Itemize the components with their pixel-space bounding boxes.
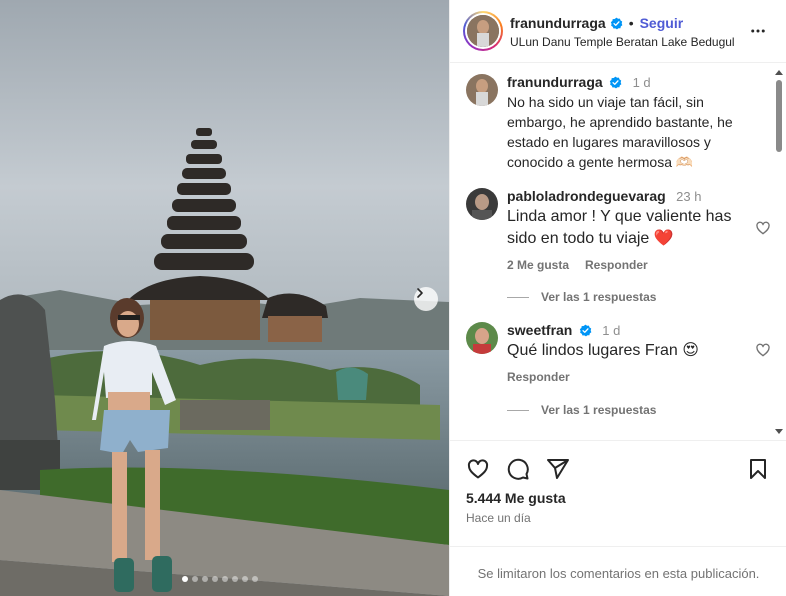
comment-icon[interactable] xyxy=(506,457,530,481)
comment-likes[interactable]: 2 Me gusta xyxy=(507,258,569,272)
carousel-dot xyxy=(182,576,188,582)
view-replies-label: Ver las 1 respuestas xyxy=(541,290,657,304)
caption-avatar[interactable] xyxy=(466,74,498,106)
header-user-line: franundurraga • Seguir xyxy=(510,15,683,31)
caption-username[interactable]: franundurraga xyxy=(507,74,603,90)
reply-button[interactable]: Responder xyxy=(585,258,648,272)
heart-icon[interactable] xyxy=(755,220,771,236)
carousel-dot xyxy=(242,576,248,582)
post-actions: 5.444 Me gusta Hace un día xyxy=(450,440,786,546)
comments-scrollbar[interactable] xyxy=(774,66,783,438)
separator-dot: • xyxy=(628,15,634,31)
comments-list[interactable]: franundurraga 1 d No ha sido un viaje ta… xyxy=(450,64,786,440)
carousel-dot xyxy=(192,576,198,582)
post-details-panel: franundurraga • Seguir ULun Danu Temple … xyxy=(449,0,786,596)
verified-icon xyxy=(579,324,592,337)
author-avatar[interactable] xyxy=(463,11,503,51)
heart-icon[interactable] xyxy=(466,457,490,481)
scroll-thumb[interactable] xyxy=(776,80,782,152)
scroll-up-arrow[interactable] xyxy=(775,70,783,75)
post-photo[interactable] xyxy=(0,0,449,596)
bookmark-icon[interactable] xyxy=(746,457,770,481)
comment-username[interactable]: sweetfran xyxy=(507,322,572,338)
heart-icon[interactable] xyxy=(755,342,771,358)
carousel-dot xyxy=(222,576,228,582)
carousel-dot xyxy=(252,576,258,582)
follow-button[interactable]: Seguir xyxy=(640,15,684,31)
post-time: Hace un día xyxy=(466,511,531,525)
caption-text: No ha sido un viaje tan fácil, sin embar… xyxy=(507,94,733,170)
view-replies-button[interactable]: Ver las 1 respuestas xyxy=(507,403,656,417)
comments-limited-notice: Se limitaron los comentarios en esta pub… xyxy=(450,546,786,596)
post-location[interactable]: ULun Danu Temple Beratan Lake Bedugul xyxy=(510,35,735,49)
author-username[interactable]: franundurraga xyxy=(510,15,606,31)
scroll-down-arrow[interactable] xyxy=(775,429,783,434)
view-replies-button[interactable]: Ver las 1 respuestas xyxy=(507,290,656,304)
post-header: franundurraga • Seguir ULun Danu Temple … xyxy=(450,0,786,63)
commenter-avatar[interactable] xyxy=(466,188,498,220)
carousel-dot xyxy=(202,576,208,582)
verified-icon xyxy=(609,76,622,89)
comment-text: Linda amor ! Y que valiente has sido en … xyxy=(507,208,732,247)
comment-time: 1 d xyxy=(602,323,621,338)
carousel-dots xyxy=(182,576,258,582)
carousel-dot xyxy=(212,576,218,582)
commenter-avatar[interactable] xyxy=(466,322,498,354)
reply-button[interactable]: Responder xyxy=(507,370,570,384)
likes-count[interactable]: 5.444 Me gusta xyxy=(466,490,566,506)
verified-icon xyxy=(610,17,623,29)
view-replies-label: Ver las 1 respuestas xyxy=(541,403,657,417)
share-icon[interactable] xyxy=(546,457,570,481)
photo-image xyxy=(0,0,449,596)
caption-time: 1 d xyxy=(632,75,651,90)
next-photo-button[interactable] xyxy=(414,287,438,311)
carousel-dot xyxy=(232,576,238,582)
more-icon[interactable] xyxy=(749,22,767,40)
comment-text: Qué lindos lugares Fran 😍 xyxy=(507,342,699,359)
comment-time: 23 h xyxy=(676,189,702,204)
chevron-right-icon xyxy=(417,288,423,298)
comment-username[interactable]: pabloladrondeguevarag xyxy=(507,188,666,204)
